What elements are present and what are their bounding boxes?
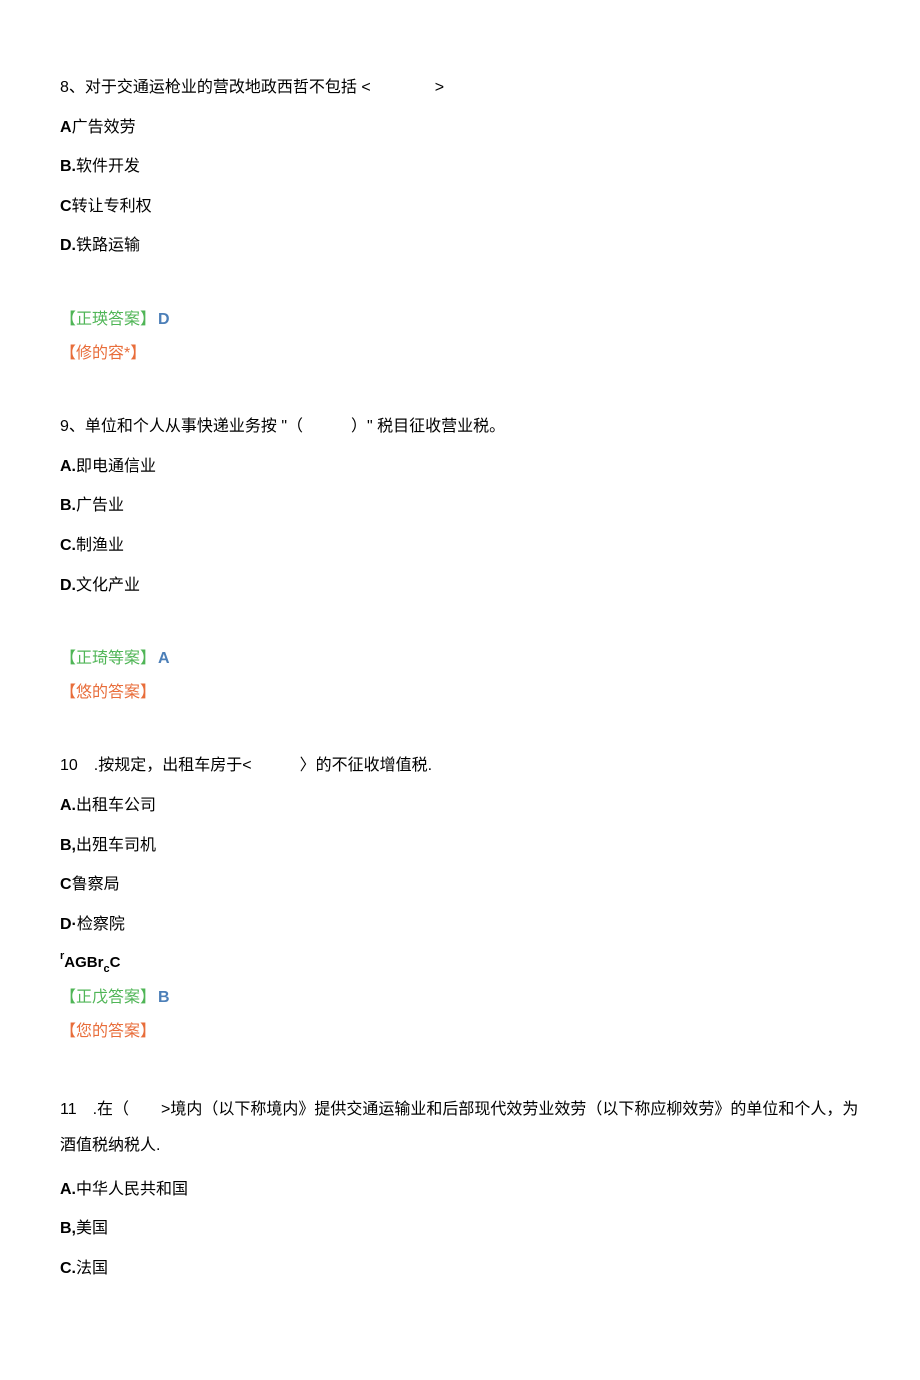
question-11-option-c: C.法国 [60,1256,860,1282]
question-9-option-c: C.制渔业 [60,533,860,559]
option-label: D. [60,237,76,254]
option-text: 广告效劳 [72,119,136,136]
option-text: 铁路运输 [76,237,140,254]
correct-answer-letter: B [158,989,170,1006]
question-11-option-a: A.中华人民共和国 [60,1177,860,1203]
option-label: C [60,876,72,893]
option-text: 软件开发 [76,158,140,175]
option-text: 文化产业 [76,577,140,594]
option-label: B, [60,1220,76,1237]
option-label: A [60,119,72,136]
question-8-option-c: C转让专利权 [60,194,860,220]
question-8-option-a: A广告效劳 [60,115,860,141]
question-9-your-answer: 【悠的答案】 [60,680,860,706]
question-10-extra-line: rAGBrcC [60,951,860,975]
question-9: 9、单位和个人从事快递业务按 "（ ）" 税目征收营业税。 A.即电通信业 B.… [60,414,860,705]
text-c: C [110,954,121,971]
question-8-text: 8、对于交通运枪业的营改地政西哲不包括 < > [60,75,860,101]
question-8-option-d: D.铁路运输 [60,233,860,259]
question-10-option-b: B,出殂车司机 [60,833,860,859]
question-10-option-c: C鲁察局 [60,872,860,898]
correct-answer-letter: D [158,311,170,328]
question-10-option-d: D·检察院 [60,912,860,938]
question-9-option-d: D.文化产业 [60,573,860,599]
correct-answer-label: 【正琦等案】 [60,650,156,667]
option-text: 即电通信业 [76,458,156,475]
option-text: 美国 [76,1220,108,1237]
option-label: C. [60,1260,76,1277]
question-8-option-b: B.软件开发 [60,154,860,180]
question-10: 10 .按规定，出租车房于< 〉的不征收增值税. A.出租车公司 B,出殂车司机… [60,753,860,1044]
question-10-option-a: A.出租车公司 [60,793,860,819]
option-text: 出租车公司 [76,797,156,814]
option-text: 制渔业 [76,537,124,554]
option-text: 出殂车司机 [76,837,156,854]
option-text: 中华人民共和国 [76,1181,188,1198]
option-label: B, [60,837,76,854]
question-11-text: 11 .在（ >境内（以下称境内》提供交通运输业和后部现代效劳业效劳（以下称应柳… [60,1092,860,1162]
option-label: B. [60,497,76,514]
subscript-c: c [103,963,109,975]
option-text: 鲁察局 [72,876,120,893]
option-text: 法国 [76,1260,108,1277]
option-label: C [60,198,72,215]
text-agbr: AGBr [64,954,103,971]
question-9-option-a: A.即电通信业 [60,454,860,480]
option-label: B. [60,158,76,175]
option-text: 转让专利权 [72,198,152,215]
correct-answer-label: 【正瑛答案】 [60,311,156,328]
question-8: 8、对于交通运枪业的营改地政西哲不包括 < > A广告效劳 B.软件开发 C转让… [60,75,860,366]
option-label: C. [60,537,76,554]
option-label: D· [60,916,77,933]
question-11: 11 .在（ >境内（以下称境内》提供交通运输业和后部现代效劳业效劳（以下称应柳… [60,1092,860,1281]
option-text: 广告业 [76,497,124,514]
question-8-correct-answer: 【正瑛答案】D [60,307,860,333]
option-label: A. [60,1181,76,1198]
superscript-r: r [60,950,64,962]
question-10-your-answer: 【您的答案】 [60,1019,860,1045]
question-11-option-b: B,美国 [60,1216,860,1242]
question-10-correct-answer: 【正戊答案】B [60,985,860,1011]
question-9-text: 9、单位和个人从事快递业务按 "（ ）" 税目征收营业税。 [60,414,860,440]
question-10-text: 10 .按规定，出租车房于< 〉的不征收增值税. [60,753,860,779]
question-8-your-answer: 【修的容*】 [60,341,860,367]
correct-answer-label: 【正戊答案】 [60,989,156,1006]
option-text: 检察院 [77,916,125,933]
option-label: A. [60,458,76,475]
question-9-correct-answer: 【正琦等案】A [60,646,860,672]
option-label: D. [60,577,76,594]
question-9-option-b: B.广告业 [60,493,860,519]
option-label: A. [60,797,76,814]
correct-answer-letter: A [158,650,170,667]
